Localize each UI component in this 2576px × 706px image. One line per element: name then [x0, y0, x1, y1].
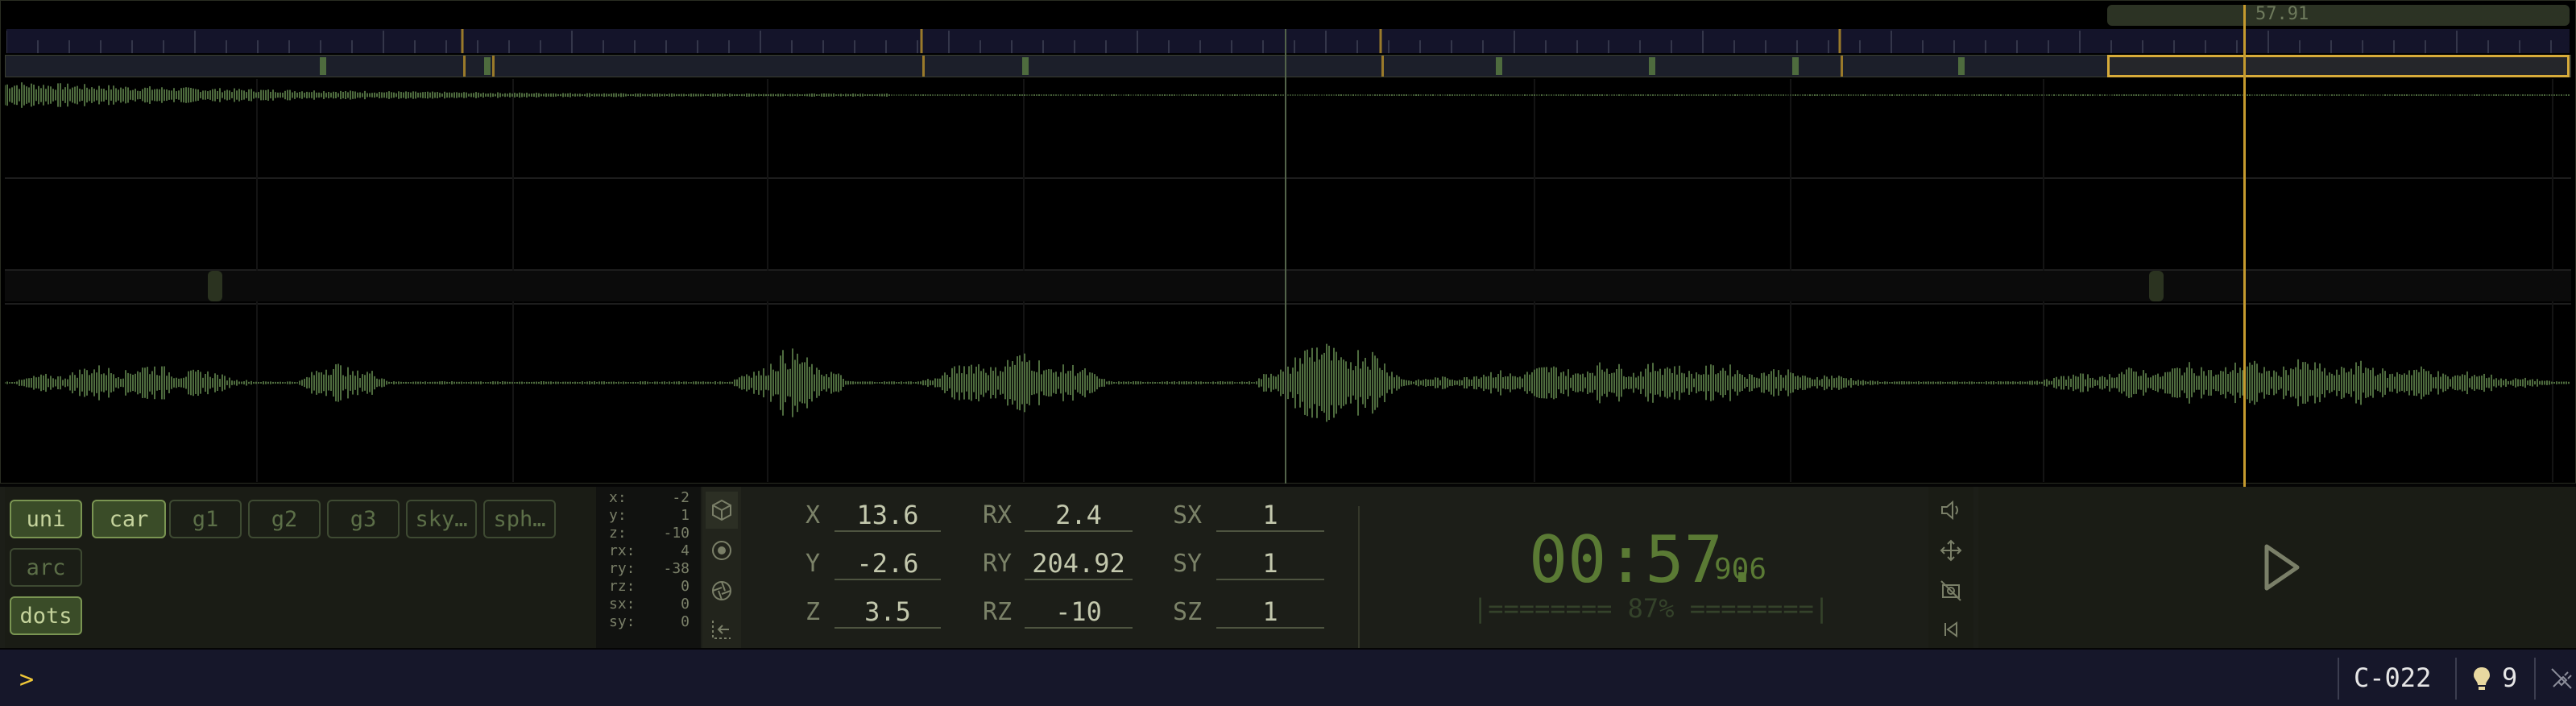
ry-field[interactable]: 204.92 [1025, 548, 1133, 580]
group-label: g1 [192, 506, 219, 532]
cursor-line [1285, 29, 1286, 484]
ry-label: RY [983, 550, 1013, 578]
playback-tools [1928, 487, 1973, 648]
playhead-time-tag [2107, 5, 2570, 26]
clip-marker [484, 57, 491, 75]
move-icon[interactable] [1935, 532, 1967, 569]
group-label: sky… [415, 506, 468, 532]
readout-row: y: 1 [609, 507, 690, 524]
rz-field[interactable]: -10 [1025, 596, 1133, 629]
no-camera-icon[interactable] [1935, 572, 1967, 609]
skip-back-icon[interactable] [1935, 611, 1967, 648]
group-label: dots [19, 603, 72, 629]
group-label: arc [26, 554, 66, 580]
disconnected-plug-icon[interactable] [2549, 666, 2573, 691]
sz-label: SZ [1173, 598, 1203, 626]
group-label: sph… [493, 506, 546, 532]
group-label: g2 [271, 506, 298, 532]
play-icon[interactable] [2262, 542, 2302, 593]
sy-field[interactable]: 1 [1216, 548, 1324, 580]
group-button-dots[interactable]: dots [10, 596, 82, 635]
clip-marker [1496, 57, 1502, 75]
cube-icon[interactable] [706, 492, 738, 529]
group-label: uni [26, 506, 66, 532]
playhead[interactable] [2243, 5, 2246, 487]
clip-accent [1841, 56, 1843, 77]
group-button-sph[interactable]: sph… [483, 500, 556, 538]
z-label: Z [806, 598, 821, 626]
y-label: Y [806, 550, 821, 578]
group-button-arc[interactable]: arc [10, 548, 82, 587]
clip-marker [1958, 57, 1965, 75]
readout-row: sx: 0 [609, 596, 690, 613]
x-field[interactable]: 13.6 [835, 500, 941, 532]
group-label: g3 [350, 506, 377, 532]
sy-label: SY [1173, 550, 1203, 578]
command-prompt[interactable]: > [19, 666, 34, 694]
coordinate-readout: x: -2 y: 1 z: -10 rx: 4 ry: -38 rz: 0 sx: 0 sy:… [596, 487, 701, 648]
ruler-ticks [6, 29, 2552, 53]
group-button-uni[interactable]: uni [10, 500, 82, 538]
status-separator [2338, 658, 2339, 700]
panel-separator [1358, 506, 1360, 648]
status-separator [2534, 658, 2536, 700]
exit-icon[interactable] [706, 611, 738, 648]
playhead-time-label: 57.91 [2255, 4, 2309, 24]
readout-row: x: -2 [609, 489, 690, 506]
lightbulb-icon[interactable] [2471, 666, 2492, 691]
waveform-upper[interactable] [5, 81, 2571, 177]
group-button-sky[interactable]: sky… [406, 500, 477, 538]
progress-text: |======== 87% ========| [1472, 593, 1830, 624]
group-button-g1[interactable]: g1 [169, 500, 242, 538]
group-button-g3[interactable]: g3 [327, 500, 400, 538]
rx-field[interactable]: 2.4 [1025, 500, 1133, 532]
marker-handle[interactable] [2149, 271, 2164, 301]
scene-code: C-022 [2354, 662, 2432, 693]
selection-region[interactable] [2107, 55, 2570, 77]
target-icon[interactable] [706, 532, 738, 569]
speaker-icon[interactable] [1935, 492, 1967, 529]
clip-accent [492, 56, 495, 77]
group-label: car [109, 506, 149, 532]
readout-row: ry: -38 [609, 560, 690, 577]
group-button-g2[interactable]: g2 [248, 500, 321, 538]
rz-label: RZ [983, 598, 1013, 626]
readout-row: z: -10 [609, 525, 690, 542]
clip-marker [1022, 57, 1029, 75]
sx-label: SX [1173, 501, 1203, 530]
marker-handle[interactable] [208, 271, 222, 301]
clip-marker [320, 57, 326, 75]
time-ruler[interactable] [6, 29, 2570, 53]
y-field[interactable]: -2.6 [835, 548, 941, 580]
group-button-car[interactable]: car [92, 500, 166, 538]
sz-field[interactable]: 1 [1216, 596, 1324, 629]
clock-ms: 906 [1714, 553, 1767, 586]
rx-label: RX [983, 501, 1013, 530]
clip-marker [1649, 57, 1655, 75]
clip-accent [1381, 56, 1384, 77]
tool-icons [702, 487, 741, 648]
x-label: X [806, 501, 821, 530]
group-buttons: uni car g1 g2 g3 sky… sph… arc dots [5, 487, 596, 648]
lane-divider [5, 177, 2571, 179]
waveform-lower[interactable] [5, 305, 2571, 480]
clip-accent [463, 56, 466, 77]
readout-row: rz: 0 [609, 578, 690, 595]
z-field[interactable]: 3.5 [835, 596, 941, 629]
marker-lane[interactable] [5, 271, 2571, 301]
clip-marker [1792, 57, 1799, 75]
sx-field[interactable]: 1 [1216, 500, 1324, 532]
readout-row: rx: 4 [609, 542, 690, 559]
aperture-icon[interactable] [706, 572, 738, 609]
status-separator [2455, 658, 2457, 700]
readout-row: sy: 0 [609, 613, 690, 630]
clip-accent [922, 56, 925, 77]
light-count: 9 [2502, 662, 2518, 693]
status-bar [0, 650, 2576, 706]
transform-panel: X 13.6 Y -2.6 Z 3.5 RX 2.4 RY 204.92 RZ … [741, 487, 1360, 648]
